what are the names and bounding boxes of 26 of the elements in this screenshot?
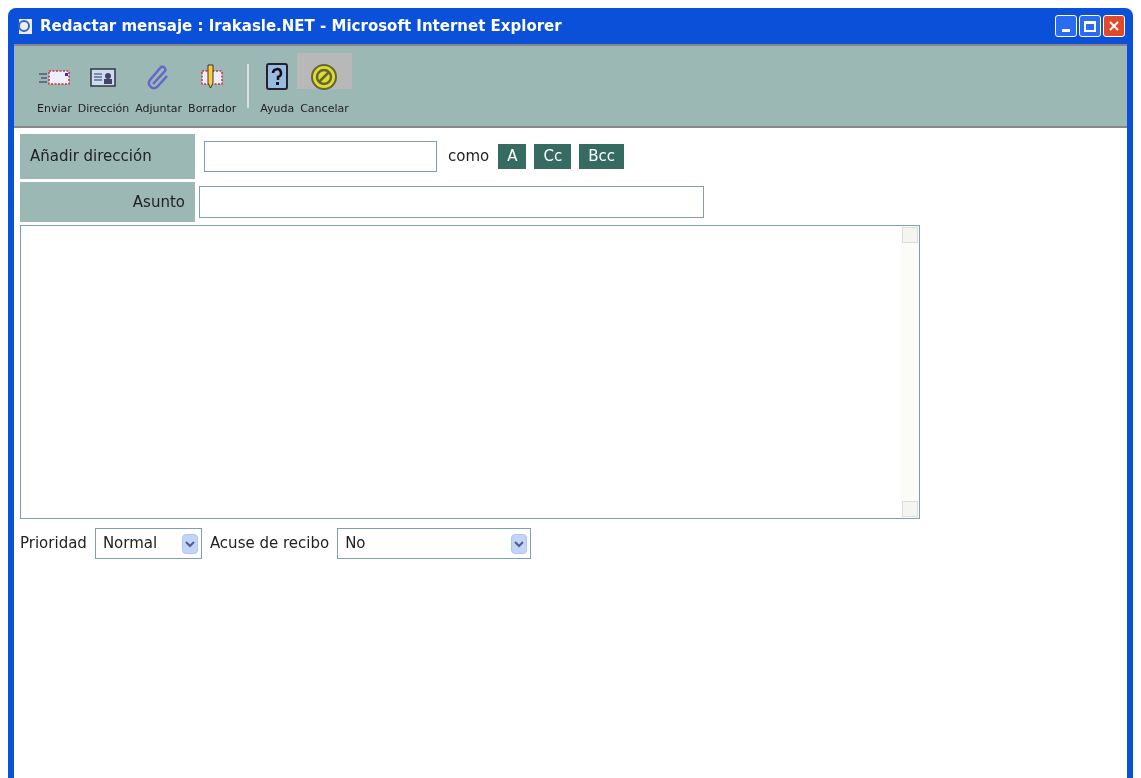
- address-input[interactable]: [204, 141, 437, 172]
- option-label: Acuse de recibo: [209, 533, 330, 555]
- scrollbar[interactable]: [901, 226, 919, 518]
- option-label: Prioridad: [20, 533, 87, 555]
- option-select[interactable]: No: [337, 528, 532, 559]
- toolbar-button[interactable]: Adjuntar: [132, 53, 186, 119]
- browser-page-icon: [16, 17, 34, 35]
- toolbar-button[interactable]: Enviar: [34, 53, 75, 119]
- close-button[interactable]: [1103, 15, 1125, 37]
- option-select[interactable]: Normal: [94, 528, 202, 559]
- subject-input[interactable]: [199, 186, 704, 218]
- como-label: como: [448, 146, 490, 168]
- recipient-type-button[interactable]: Bcc: [579, 144, 624, 169]
- window-title: Redactar mensaje : Irakasle.NET - Microsoft Internet Explorer: [40, 15, 563, 37]
- field-label: Añadir dirección: [20, 134, 195, 179]
- minimize-button[interactable]: [1055, 15, 1077, 37]
- toolbar-button[interactable]: Borrador: [185, 53, 240, 119]
- recipient-type-button[interactable]: A: [498, 144, 527, 169]
- toolbar-button[interactable]: Dirección: [74, 53, 133, 119]
- close-icon: [1108, 20, 1120, 32]
- help-book-icon: [264, 61, 291, 92]
- toolbar-button[interactable]: Ayuda: [257, 53, 298, 119]
- maximize-button[interactable]: [1079, 15, 1101, 37]
- cancel-icon: [309, 61, 340, 92]
- recipient-type-button[interactable]: Cc: [534, 144, 572, 169]
- field-label: Asunto: [20, 182, 195, 222]
